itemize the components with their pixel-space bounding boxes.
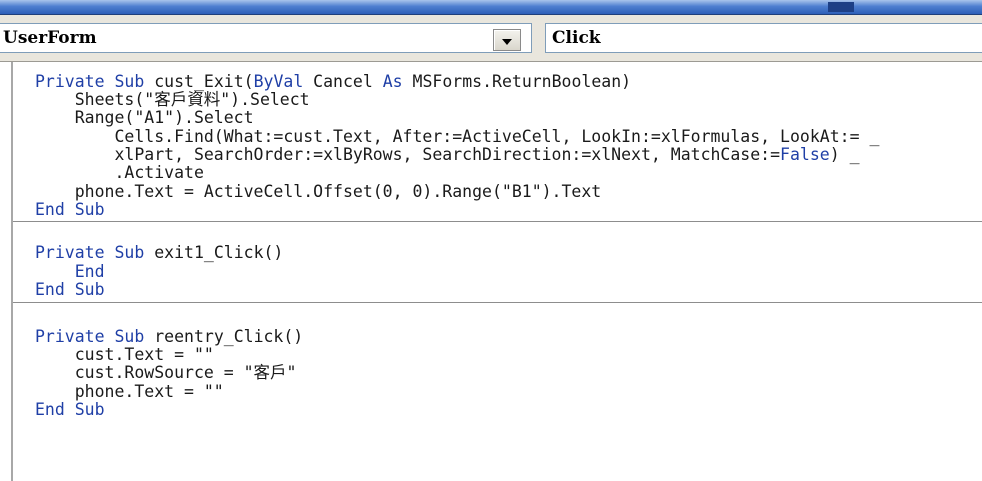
keyword-token: End	[35, 280, 65, 299]
code-window-toolbar: UserForm Click	[0, 15, 982, 62]
title-bar-icon	[828, 2, 854, 12]
keyword-token: Private	[35, 327, 105, 346]
procedure-separator	[13, 302, 982, 303]
code-line[interactable]: Private Sub exit1_Click()	[35, 244, 283, 261]
code-line[interactable]: Range("A1").Select	[35, 109, 254, 126]
keyword-token: End	[35, 400, 65, 419]
keyword-token: False	[780, 145, 830, 164]
object-combo-value: UserForm	[3, 28, 97, 48]
window-title-bar	[0, 0, 982, 15]
keyword-token: Private	[35, 72, 105, 91]
margin-indicator-bar[interactable]	[0, 62, 13, 481]
code-line[interactable]: End	[35, 263, 105, 280]
procedure-combo[interactable]: Click	[545, 23, 982, 53]
code-line[interactable]: Private Sub reentry_Click()	[35, 328, 303, 345]
code-line[interactable]: .Activate	[35, 164, 203, 181]
procedure-separator	[13, 221, 982, 222]
code-line[interactable]: phone.Text = ActiveCell.Offset(0, 0).Ran…	[35, 183, 602, 200]
code-line[interactable]: End Sub	[35, 281, 105, 298]
object-combo[interactable]: UserForm	[0, 23, 532, 53]
keyword-token: End	[74, 262, 105, 281]
keyword-token: End	[35, 200, 65, 219]
keyword-token: Sub	[74, 200, 105, 219]
keyword-token: Sub	[114, 327, 145, 346]
code-line[interactable]: End Sub	[35, 401, 105, 418]
keyword-token: Sub	[114, 243, 145, 262]
chevron-down-icon	[502, 39, 512, 45]
keyword-token: Sub	[74, 280, 105, 299]
code-editor[interactable]: Private Sub cust_Exit(ByVal Cancel As MS…	[0, 62, 982, 481]
keyword-token: As	[382, 72, 403, 91]
code-line[interactable]: cust.Text = ""	[35, 346, 214, 363]
code-text[interactable]: Private Sub cust_Exit(ByVal Cancel As MS…	[35, 62, 982, 462]
procedure-combo-value: Click	[552, 28, 601, 48]
code-line[interactable]: cust.RowSource = "客戶"	[35, 364, 297, 381]
keyword-token: Sub	[114, 72, 145, 91]
code-line[interactable]: Sheets("客戶資料").Select	[35, 91, 310, 108]
keyword-token: Private	[35, 243, 105, 262]
code-line[interactable]: xlPart, SearchOrder:=xlByRows, SearchDir…	[35, 145, 859, 164]
code-line[interactable]: Cells.Find(What:=cust.Text, After:=Activ…	[35, 128, 879, 145]
object-combo-dropdown-button[interactable]	[493, 29, 521, 51]
code-line[interactable]: Private Sub cust_Exit(ByVal Cancel As MS…	[35, 73, 631, 90]
code-line[interactable]: End Sub	[35, 201, 105, 218]
keyword-token: Sub	[74, 400, 105, 419]
code-line[interactable]: phone.Text = ""	[35, 383, 224, 400]
keyword-token: ByVal	[253, 72, 304, 91]
